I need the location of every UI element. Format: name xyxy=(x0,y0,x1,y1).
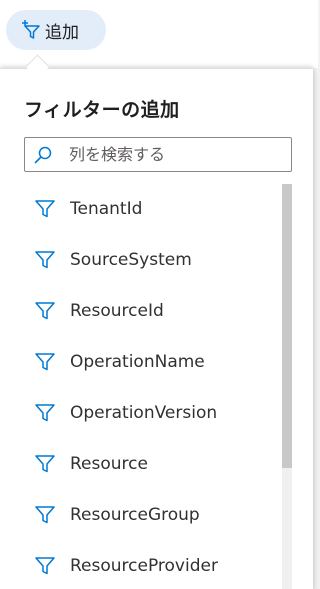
scrollbar[interactable] xyxy=(282,184,292,589)
list-item-label: OperationName xyxy=(70,351,205,372)
list-item-label: ResourceId xyxy=(70,300,164,321)
filter-icon xyxy=(35,556,55,574)
filter-plus-icon xyxy=(22,20,40,39)
list-item[interactable]: ResourceId xyxy=(24,285,282,336)
list-item[interactable]: OperationName xyxy=(24,336,282,387)
list-item-label: ResourceGroup xyxy=(70,504,200,525)
panel-title: フィルターの追加 xyxy=(24,99,180,121)
list-item[interactable]: Resource xyxy=(24,438,282,489)
filter-icon xyxy=(35,505,55,523)
list-item-label: OperationVersion xyxy=(70,402,218,423)
filter-icon xyxy=(35,403,55,421)
column-search-input[interactable] xyxy=(67,144,271,165)
list-item-label: ResourceProvider xyxy=(70,555,218,576)
list-item[interactable]: OperationVersion xyxy=(24,387,282,438)
list-item-label: TenantId xyxy=(70,198,143,219)
top-bar: 追加 xyxy=(0,0,318,68)
list-item-label: SourceSystem xyxy=(70,249,192,270)
add-filter-button[interactable]: 追加 xyxy=(6,10,106,50)
list-item[interactable]: ResourceGroup xyxy=(24,489,282,540)
list-item[interactable]: TenantId xyxy=(24,183,282,234)
add-filter-button-label: 追加 xyxy=(45,22,79,43)
add-filter-panel: フィルターの追加 TenantId SourceSystem ResourceI… xyxy=(0,68,313,589)
column-list: TenantId SourceSystem ResourceId Operati… xyxy=(24,183,282,589)
filter-icon xyxy=(35,199,55,217)
filter-icon xyxy=(35,352,55,370)
list-item[interactable]: SourceSystem xyxy=(24,234,282,285)
list-item[interactable]: ResourceProvider xyxy=(24,540,282,589)
list-item-label: Resource xyxy=(70,453,148,474)
column-search-box[interactable] xyxy=(24,137,292,172)
scrollbar-thumb[interactable] xyxy=(282,184,292,468)
filter-icon xyxy=(35,454,55,472)
filter-icon xyxy=(35,301,55,319)
search-icon xyxy=(34,146,52,163)
filter-icon xyxy=(35,250,55,268)
page: 追加 フィルターの追加 TenantId SourceSystem Reso xyxy=(0,0,318,589)
